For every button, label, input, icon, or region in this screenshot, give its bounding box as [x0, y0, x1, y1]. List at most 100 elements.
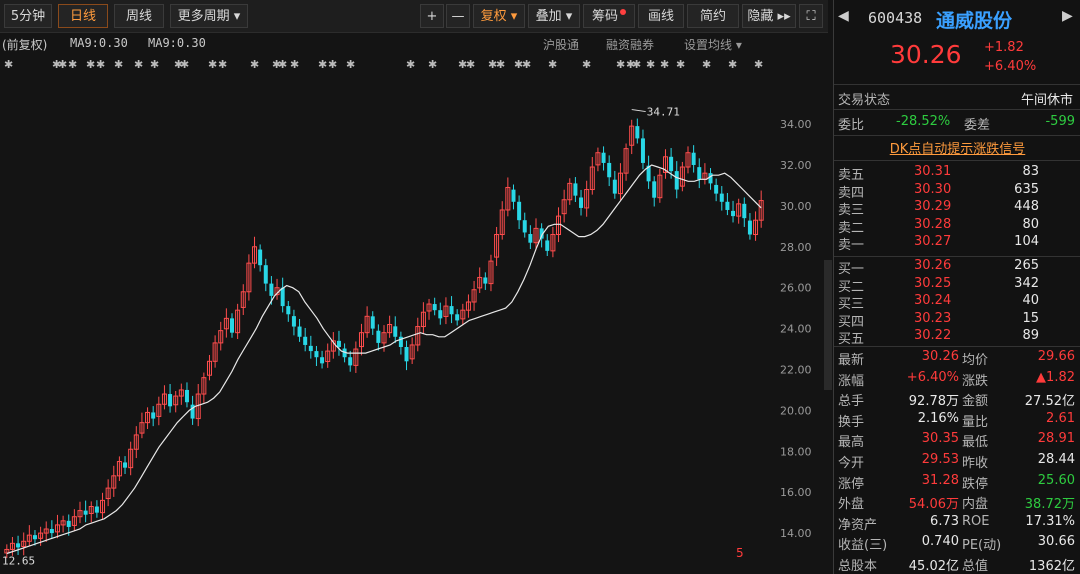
panel-splitter[interactable] — [824, 260, 832, 390]
event-marker-icon[interactable]: ✱ — [180, 58, 189, 71]
stat-label: 最高 — [838, 435, 865, 451]
event-marker-icon[interactable]: ✱ — [428, 58, 437, 71]
fullscreen-icon[interactable]: ⛶ — [799, 4, 823, 28]
candlestick-chart[interactable]: 34.00 32.00 30.00 28.00 26.00 24.00 22.00 20.00… — [0, 75, 828, 574]
stat-row: 最新 30.26 均价 29.66 — [834, 348, 1080, 368]
hk-connect-link[interactable]: 沪股通 — [543, 36, 579, 53]
adjust-button[interactable]: 复权 ▾ — [473, 4, 525, 28]
bid-level-2[interactable]: 买二 30.25 342 — [834, 275, 1080, 295]
status-value: 午间休市 — [1020, 93, 1073, 108]
low-price-label: 12.65 — [2, 555, 35, 568]
event-marker-icon[interactable]: ✱ — [58, 58, 67, 71]
level-label: 卖一 — [838, 238, 865, 253]
stat-label: 换手 — [838, 414, 865, 430]
next-stock-icon[interactable]: ▶ — [1062, 8, 1073, 24]
bid-level-3[interactable]: 买三 30.24 40 — [834, 292, 1080, 312]
event-marker-icon[interactable]: ✱ — [754, 58, 763, 71]
simple-mode-button[interactable]: 简约 — [687, 4, 739, 28]
tab-5min[interactable]: 5分钟 — [4, 4, 52, 28]
price-change: +1.82 — [984, 40, 1024, 55]
tab-daily[interactable]: 日线 — [58, 4, 108, 28]
stat-value: 29.66 — [1037, 349, 1075, 364]
event-marker-icon[interactable]: ✱ — [728, 58, 737, 71]
level-volume: 89 — [1022, 328, 1039, 343]
ask-level-1[interactable]: 卖五 30.31 83 — [834, 163, 1080, 183]
candle-body — [725, 201, 730, 210]
bid-level-4[interactable]: 买四 30.23 15 — [834, 310, 1080, 330]
event-marker-icon[interactable]: ✱ — [466, 58, 475, 71]
candle-body — [83, 510, 88, 515]
event-marker-icon[interactable]: ✱ — [328, 58, 337, 71]
event-marker-icon[interactable]: ✱ — [676, 58, 685, 71]
event-marker-icon[interactable]: ✱ — [318, 58, 327, 71]
event-marker-icon[interactable]: ✱ — [646, 58, 655, 71]
event-marker-icon[interactable]: ✱ — [150, 58, 159, 71]
event-marker-icon[interactable]: ✱ — [496, 58, 505, 71]
stat-row: 涨幅 +6.40% 涨跌 ▲1.82 — [834, 369, 1080, 389]
event-marker-icon[interactable]: ✱ — [96, 58, 105, 71]
event-marker-icon[interactable]: ✱ — [218, 58, 227, 71]
event-marker-icon[interactable]: ✱ — [548, 58, 557, 71]
overlay-button[interactable]: 叠加 ▾ — [528, 4, 580, 28]
ask-level-5[interactable]: 卖一 30.27 104 — [834, 233, 1080, 253]
hide-button[interactable]: 隐藏 ▸▸ — [742, 4, 796, 28]
draw-line-button[interactable]: 画线 — [638, 4, 684, 28]
dk-signal-banner[interactable]: DK点自动提示涨跌信号 — [834, 138, 1080, 157]
event-marker-icon[interactable]: ✱ — [250, 58, 259, 71]
tab-weekly[interactable]: 周线 — [114, 4, 164, 28]
event-marker-icon[interactable]: ✱ — [406, 58, 415, 71]
event-marker-icon[interactable]: ✱ — [632, 58, 641, 71]
level-volume: 80 — [1022, 216, 1039, 232]
divider — [834, 346, 1080, 347]
event-marker-icon[interactable]: ✱ — [68, 58, 77, 71]
weicha-value: -599 — [1045, 114, 1075, 129]
tab-more-periods[interactable]: 更多周期 ▾ — [170, 4, 248, 28]
bid-level-5[interactable]: 买五 30.22 89 — [834, 327, 1080, 347]
level-price: 30.30 — [914, 181, 952, 197]
zoom-out-button[interactable]: — — [446, 4, 470, 28]
level-price: 30.23 — [914, 310, 952, 326]
event-marker-icon[interactable]: ✱ — [86, 58, 95, 71]
event-marker-icon[interactable]: ✱ — [346, 58, 355, 71]
stat-row: 总股本 45.02亿 总值 1362亿 — [834, 554, 1080, 574]
event-marker-icon[interactable]: ✱ — [290, 58, 299, 71]
level-price: 30.31 — [914, 164, 952, 179]
prev-stock-icon[interactable]: ◀ — [838, 8, 849, 24]
stat-value: +6.40% — [906, 369, 959, 385]
event-marker-icon[interactable]: ✱ — [278, 58, 287, 71]
candle-body — [230, 318, 234, 333]
event-marker-icon[interactable]: ✱ — [114, 58, 123, 71]
zoom-in-button[interactable]: + — [420, 4, 444, 28]
ask-level-2[interactable]: 卖四 30.30 635 — [834, 181, 1080, 201]
stat-label: 总手 — [838, 394, 865, 410]
event-marker-icon[interactable]: ✱ — [208, 58, 217, 71]
event-marker-icon[interactable]: ✱ — [522, 58, 531, 71]
event-marker-icon[interactable]: ✱ — [134, 58, 143, 71]
stat-value: 31.28 — [921, 472, 959, 488]
stat-value: 29.53 — [921, 452, 959, 467]
candle-body — [697, 167, 702, 180]
stat-row: 最高 30.35 最低 28.91 — [834, 430, 1080, 450]
stock-code: 600438 — [868, 9, 923, 27]
margin-trading-link[interactable]: 融资融券 — [606, 36, 654, 53]
stat-label: 最低 — [962, 435, 989, 451]
event-marker-icon[interactable]: ✱ — [616, 58, 625, 71]
event-marker-icon[interactable]: ✱ — [702, 58, 711, 71]
candle-body — [579, 197, 584, 208]
bid-level-1[interactable]: 买一 30.26 265 — [834, 257, 1080, 277]
candle-body — [303, 336, 308, 345]
divider — [834, 84, 1080, 85]
candle-body — [640, 138, 645, 163]
event-marker-icon[interactable]: ✱ — [660, 58, 669, 71]
candle-body — [601, 152, 606, 163]
stat-value: 27.52亿 — [1024, 394, 1075, 410]
ask-level-4[interactable]: 卖二 30.28 80 — [834, 216, 1080, 236]
level-volume: 265 — [1014, 258, 1039, 273]
ma-settings-link[interactable]: 设置均线 ▾ — [684, 36, 742, 53]
event-marker-icon[interactable]: ✱ — [4, 58, 13, 71]
event-marker-icon[interactable]: ✱ — [582, 58, 591, 71]
chip-button[interactable]: 筹码 — [583, 4, 635, 28]
stat-label: 最新 — [838, 353, 865, 368]
stat-value: 2.16% — [917, 410, 959, 426]
ask-level-3[interactable]: 卖三 30.29 448 — [834, 198, 1080, 218]
